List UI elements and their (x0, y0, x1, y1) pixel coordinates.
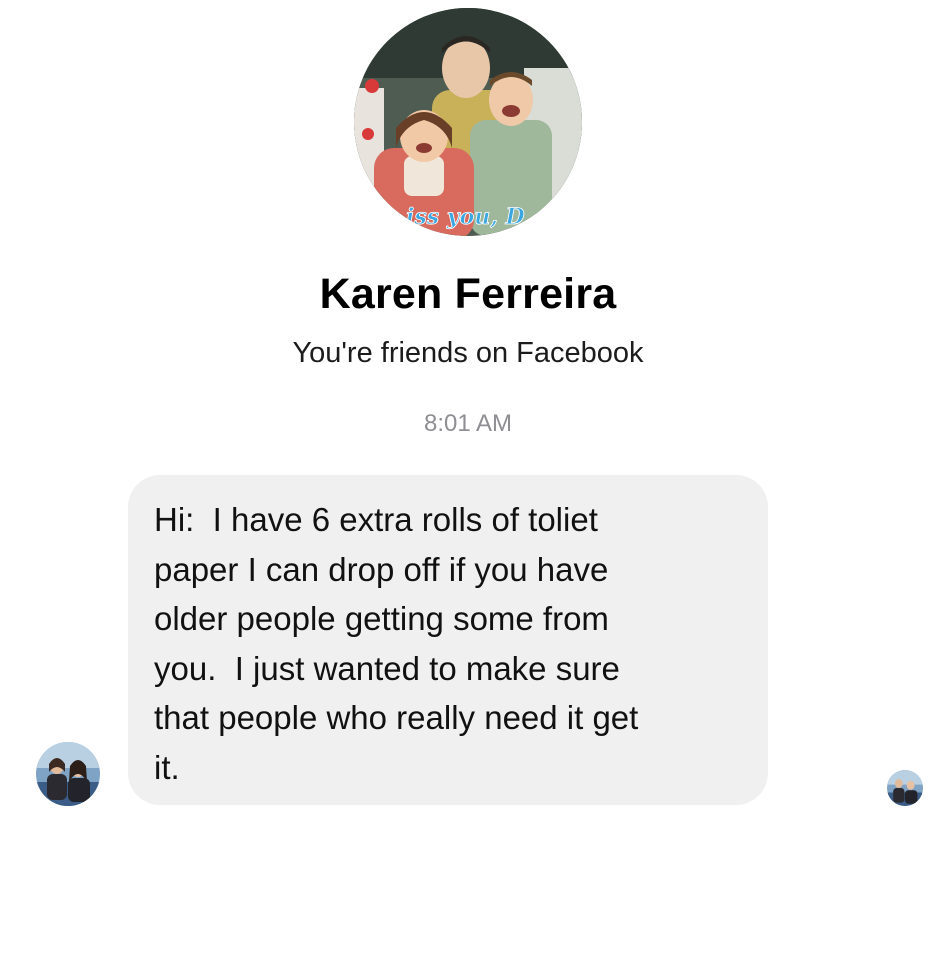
message-line: it. (154, 748, 180, 786)
message-bubble[interactable]: Hi: I have 6 extra rolls of toliet paper… (128, 475, 768, 805)
contact-name[interactable]: Karen Ferreira (0, 270, 936, 319)
message-line: older people getting some from (154, 600, 609, 637)
photo-overlay-text: iss you, D (406, 204, 525, 230)
sender-avatar[interactable] (36, 742, 100, 806)
seen-avatar-icon (887, 770, 923, 806)
message-line: paper I can drop off if you have (154, 550, 609, 588)
message-line: Hi: I have 6 extra rolls of toliet (154, 501, 598, 538)
message-line: that people who really need it get (154, 699, 639, 736)
contact-profile-photo[interactable]: iss you, D (354, 8, 582, 236)
message-timestamp: 8:01 AM (423, 410, 513, 437)
family-photo-icon: iss you, D (354, 8, 582, 236)
seen-indicator (887, 770, 923, 806)
friend-status: You're friends on Facebook (292, 337, 644, 369)
message-line: you. I just wanted to make sure (154, 649, 620, 687)
user-avatar-icon (36, 742, 100, 806)
